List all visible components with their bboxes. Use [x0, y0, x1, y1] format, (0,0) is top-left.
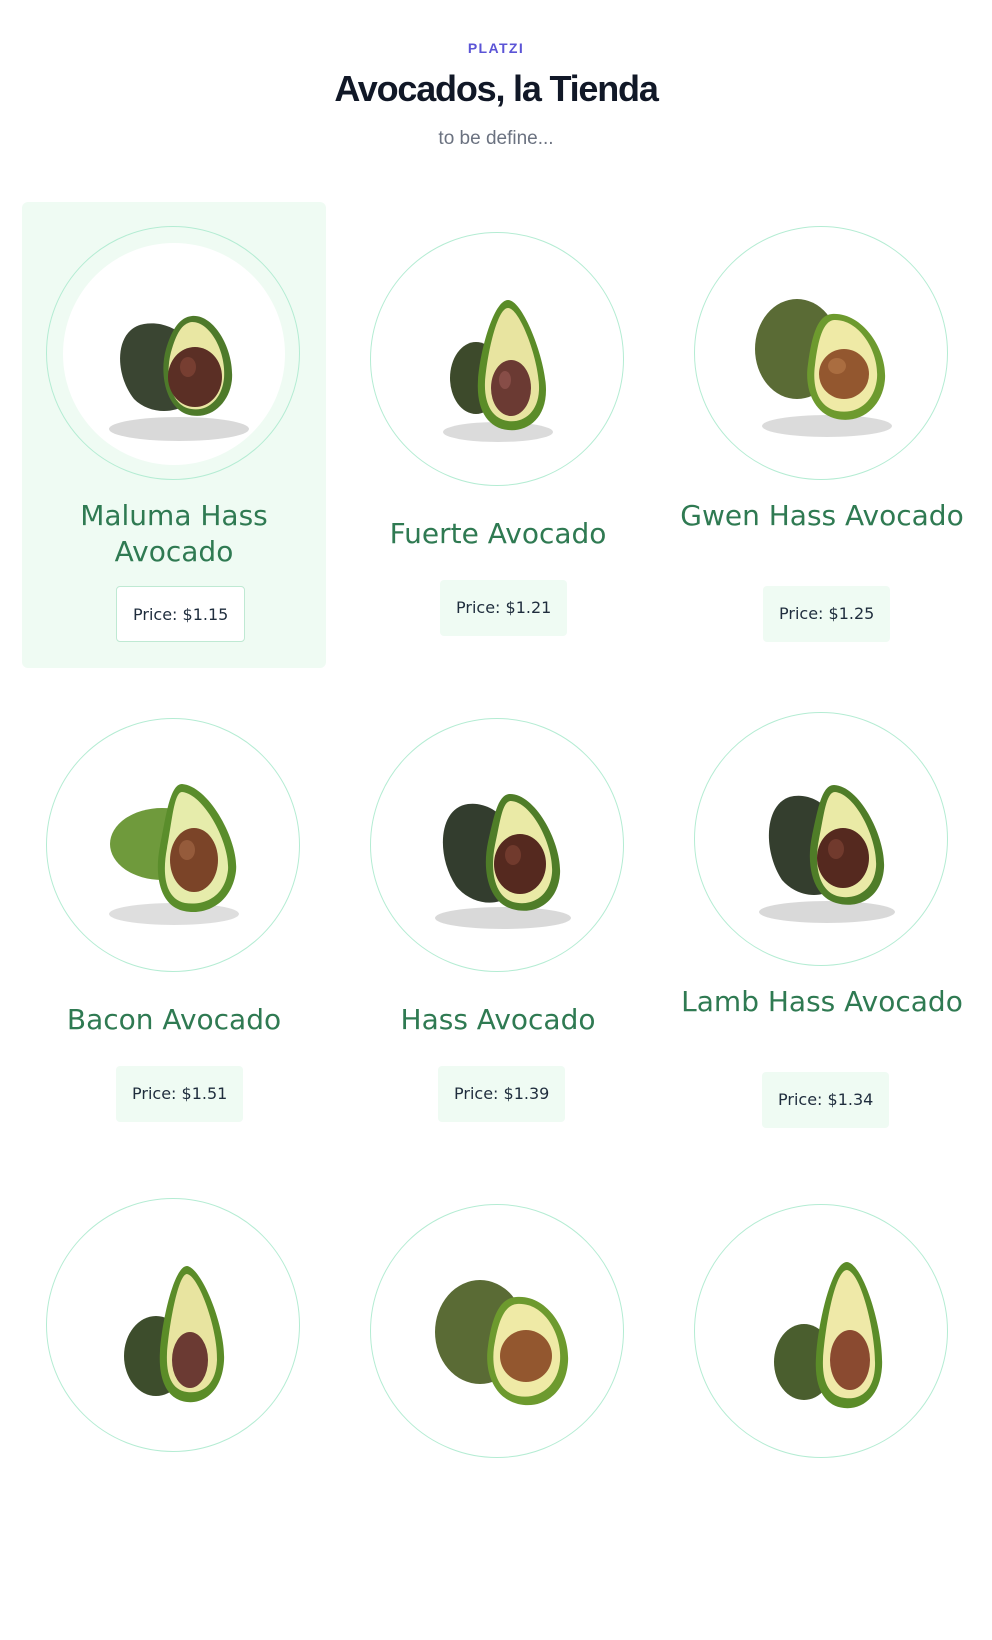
- product-price: Price: $1.51: [116, 1066, 244, 1122]
- product-card[interactable]: [346, 1174, 650, 1640]
- product-image-circle: [370, 232, 624, 486]
- product-card-gwen-hass[interactable]: Gwen Hass Avocado Price: $1.25: [670, 202, 974, 668]
- brand-eyebrow: PLATZI: [467, 40, 525, 56]
- product-card-hass[interactable]: Hass Avocado Price: $1.39: [346, 694, 650, 1160]
- avocado-image: [443, 300, 553, 442]
- product-name[interactable]: Gwen Hass Avocado: [670, 498, 974, 534]
- product-price: Price: $1.34: [762, 1072, 890, 1128]
- product-name[interactable]: Bacon Avocado: [22, 1002, 326, 1038]
- page-title: Avocados, la Tienda: [334, 68, 659, 109]
- product-price: Price: $1.25: [763, 586, 891, 642]
- product-price: Price: $1.21: [440, 580, 568, 636]
- avocado-image: [109, 784, 239, 925]
- avocado-image: [759, 785, 895, 923]
- avocado-image: [109, 315, 249, 441]
- product-name[interactable]: Fuerte Avocado: [346, 516, 650, 552]
- product-price: Price: $1.39: [438, 1066, 566, 1122]
- avocado-image: [124, 1266, 225, 1403]
- avocado-image: [774, 1262, 883, 1409]
- product-name[interactable]: Lamb Hass Avocado: [670, 984, 974, 1020]
- product-image-circle: [694, 1204, 948, 1458]
- product-image-circle: [370, 718, 624, 972]
- avocado-image: [435, 1280, 569, 1406]
- product-image-circle: [46, 718, 300, 972]
- product-price: Price: $1.15: [116, 586, 246, 642]
- product-image-circle: [370, 1204, 624, 1458]
- product-card[interactable]: [670, 1174, 974, 1640]
- product-card-bacon[interactable]: Bacon Avocado Price: $1.51: [22, 694, 326, 1160]
- product-name[interactable]: Hass Avocado: [346, 1002, 650, 1038]
- product-image-circle: [46, 1198, 300, 1452]
- product-card-maluma-hass[interactable]: Maluma Hass Avocado Price: $1.15: [22, 202, 326, 668]
- avocado-image: [435, 794, 571, 929]
- product-card-fuerte[interactable]: Fuerte Avocado Price: $1.21: [346, 202, 650, 668]
- page-subtitle: to be define...: [438, 128, 554, 149]
- product-card[interactable]: [22, 1174, 326, 1640]
- product-image-circle: [694, 712, 948, 966]
- product-name[interactable]: Maluma Hass Avocado: [22, 498, 326, 570]
- product-image-circle: [694, 226, 948, 480]
- avocado-image: [755, 299, 892, 437]
- product-card-lamb-hass[interactable]: Lamb Hass Avocado Price: $1.34: [670, 694, 974, 1160]
- product-image-circle: [46, 226, 300, 480]
